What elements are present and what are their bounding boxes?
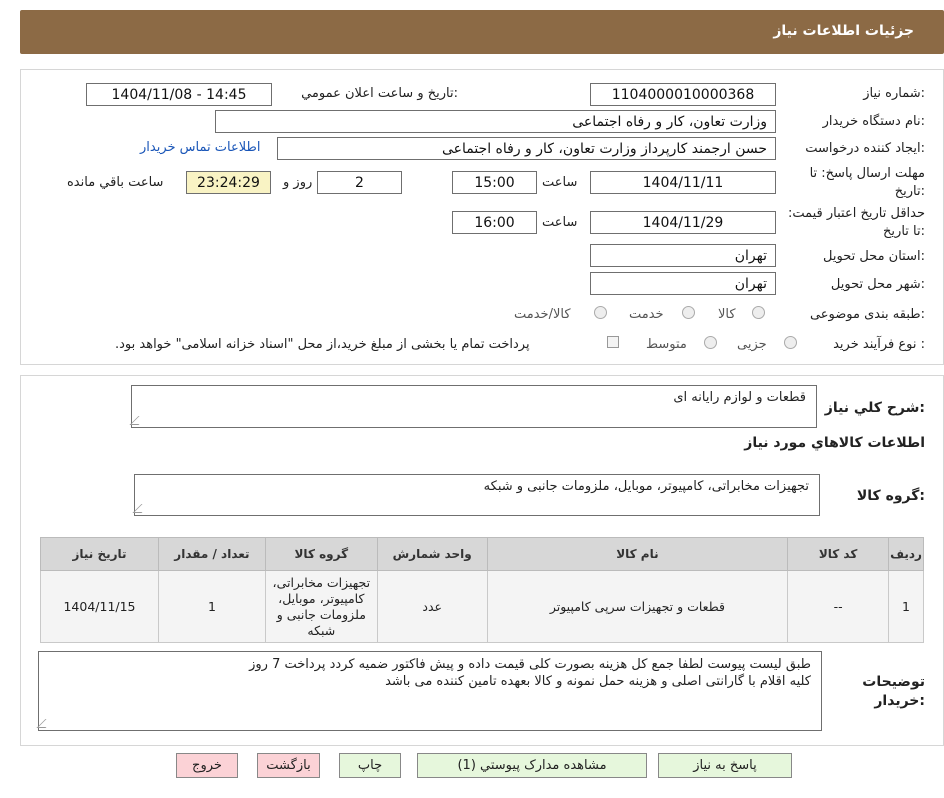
treasury-payment-note: پرداخت تمام یا بخشی از مبلغ خرید،از محل … [115,337,530,352]
days-field: 2 [317,171,402,194]
page-header: جزئیات اطلاعات نیاز [20,10,944,54]
process-minor-label: جزیی [737,337,767,352]
cell-unit: عدد [376,570,488,643]
cell-qty: 1 [158,570,266,643]
summary-label: شرح کلي نياز: [824,400,925,416]
goods-group-textarea[interactable]: تجهیزات مخابراتی، کامپیوتر، موبایل، ملزو… [132,474,820,516]
col-row: رديف [888,537,924,571]
cell-date: 1404/11/15 [40,570,159,643]
buyer-notes-line1: طبق لیست پیوست لطفا جمع کل هزینه بصورت ک… [249,657,811,672]
validity-label: حداقل تاریخ اعتبار قیمت: تا تاریخ: [787,206,925,239]
category-service-label: خدمت [629,307,664,322]
days-label: روز و [283,175,313,190]
table-row: 1 -- قطعات و تجهیزات سرپی کامپیوتر عدد ت… [40,570,924,643]
creator-label: ایجاد کننده درخواست: [805,141,925,156]
page-title: جزئیات اطلاعات نیاز [773,23,914,39]
cell-name: قطعات و تجهیزات سرپی کامپیوتر [486,570,789,643]
goods-info-title: اطلاعات کالاهاي مورد نياز [744,435,925,451]
province-label: استان محل تحویل: [823,249,925,264]
process-medium-radio[interactable] [704,336,717,349]
validity-time-label: ساعت [542,215,578,230]
goods-table: رديف کد کالا نام کالا واحد شمارش گروه کا… [40,537,924,643]
view-attachments-button[interactable]: مشاهده مدارک پیوستي (1) [417,753,647,778]
buyer-notes-line2: کلیه اقلام با گارانتی اصلی و هزینه حمل ن… [385,674,811,689]
buyer-notes-label: توضیحات خریدار: [862,674,925,709]
category-service-radio[interactable] [682,306,695,319]
reply-button[interactable]: پاسخ به نیاز [658,753,792,778]
cell-code: -- [787,570,890,643]
col-group: گروه کالا [264,537,378,571]
col-unit: واحد شمارش [376,537,488,571]
reply-date-field: 1404/11/11 [590,171,776,194]
category-goods-radio[interactable] [752,306,765,319]
creator-field: حسن ارجمند کارپرداز وزارت تعاون، کار و ر… [277,137,776,160]
remaining-label: ساعت باقي مانده [67,175,164,190]
buyer-org-field: وزارت تعاون، کار و رفاه اجتماعی [215,110,776,133]
col-date: تاریخ نیاز [40,537,159,571]
reply-deadline-label: مهلت ارسال پاسخ: تا تاریخ: [809,166,925,199]
print-button[interactable]: چاپ [339,753,401,778]
goods-group-text: تجهیزات مخابراتی، کامپیوتر، موبایل، ملزو… [483,479,809,494]
process-label: نوع فرآیند خرید : [833,337,925,352]
buyer-contact-link[interactable]: اطلاعات تماس خریدار [140,140,260,155]
remaining-time-field: 23:24:29 [186,171,271,194]
need-number-label: شماره نیاز: [863,86,925,101]
resize-grip-icon[interactable] [132,504,151,513]
back-button[interactable]: بازگشت [257,753,320,778]
category-label: طبقه بندی موضوعی: [809,307,925,322]
category-both-label: کالا/خدمت [514,307,571,322]
category-goods-label: کالا [718,307,736,322]
resize-grip-icon[interactable] [129,416,148,425]
cell-row: 1 [888,570,924,643]
exit-button[interactable]: خروج [176,753,238,778]
summary-text: قطعات و لوازم رایانه ای [673,390,806,405]
col-qty: تعداد / مقدار [158,537,266,571]
city-field: تهران [590,272,776,295]
validity-time-field: 16:00 [452,211,537,234]
need-number-field: 1104000010000368 [590,83,776,106]
announce-label: تاریخ و ساعت اعلان عمومي: [301,86,458,101]
goods-table-header: رديف کد کالا نام کالا واحد شمارش گروه کا… [40,537,924,571]
col-name: نام کالا [486,537,789,571]
resize-grip-icon[interactable] [36,719,55,728]
summary-textarea[interactable]: قطعات و لوازم رایانه ای [129,385,817,428]
reply-time-field: 15:00 [452,171,537,194]
goods-group-label: گروه کالا: [856,488,925,504]
process-medium-label: متوسط [646,337,687,352]
validity-date-field: 1404/11/29 [590,211,776,234]
province-field: تهران [590,244,776,267]
city-label: شهر محل تحویل: [830,277,925,292]
category-both-radio[interactable] [594,306,607,319]
announce-field: 1404/11/08 - 14:45 [86,83,272,106]
treasury-payment-checkbox[interactable] [607,336,619,348]
cell-group: تجهیزات مخابراتی، کامپیوتر، موبایل، ملزو… [264,570,378,643]
buyer-org-label: نام دستگاه خريدار: [822,114,925,129]
process-minor-radio[interactable] [784,336,797,349]
buyer-notes-textarea[interactable]: طبق لیست پیوست لطفا جمع کل هزینه بصورت ک… [36,651,822,731]
col-code: کد کالا [787,537,890,571]
reply-time-label: ساعت [542,175,578,190]
